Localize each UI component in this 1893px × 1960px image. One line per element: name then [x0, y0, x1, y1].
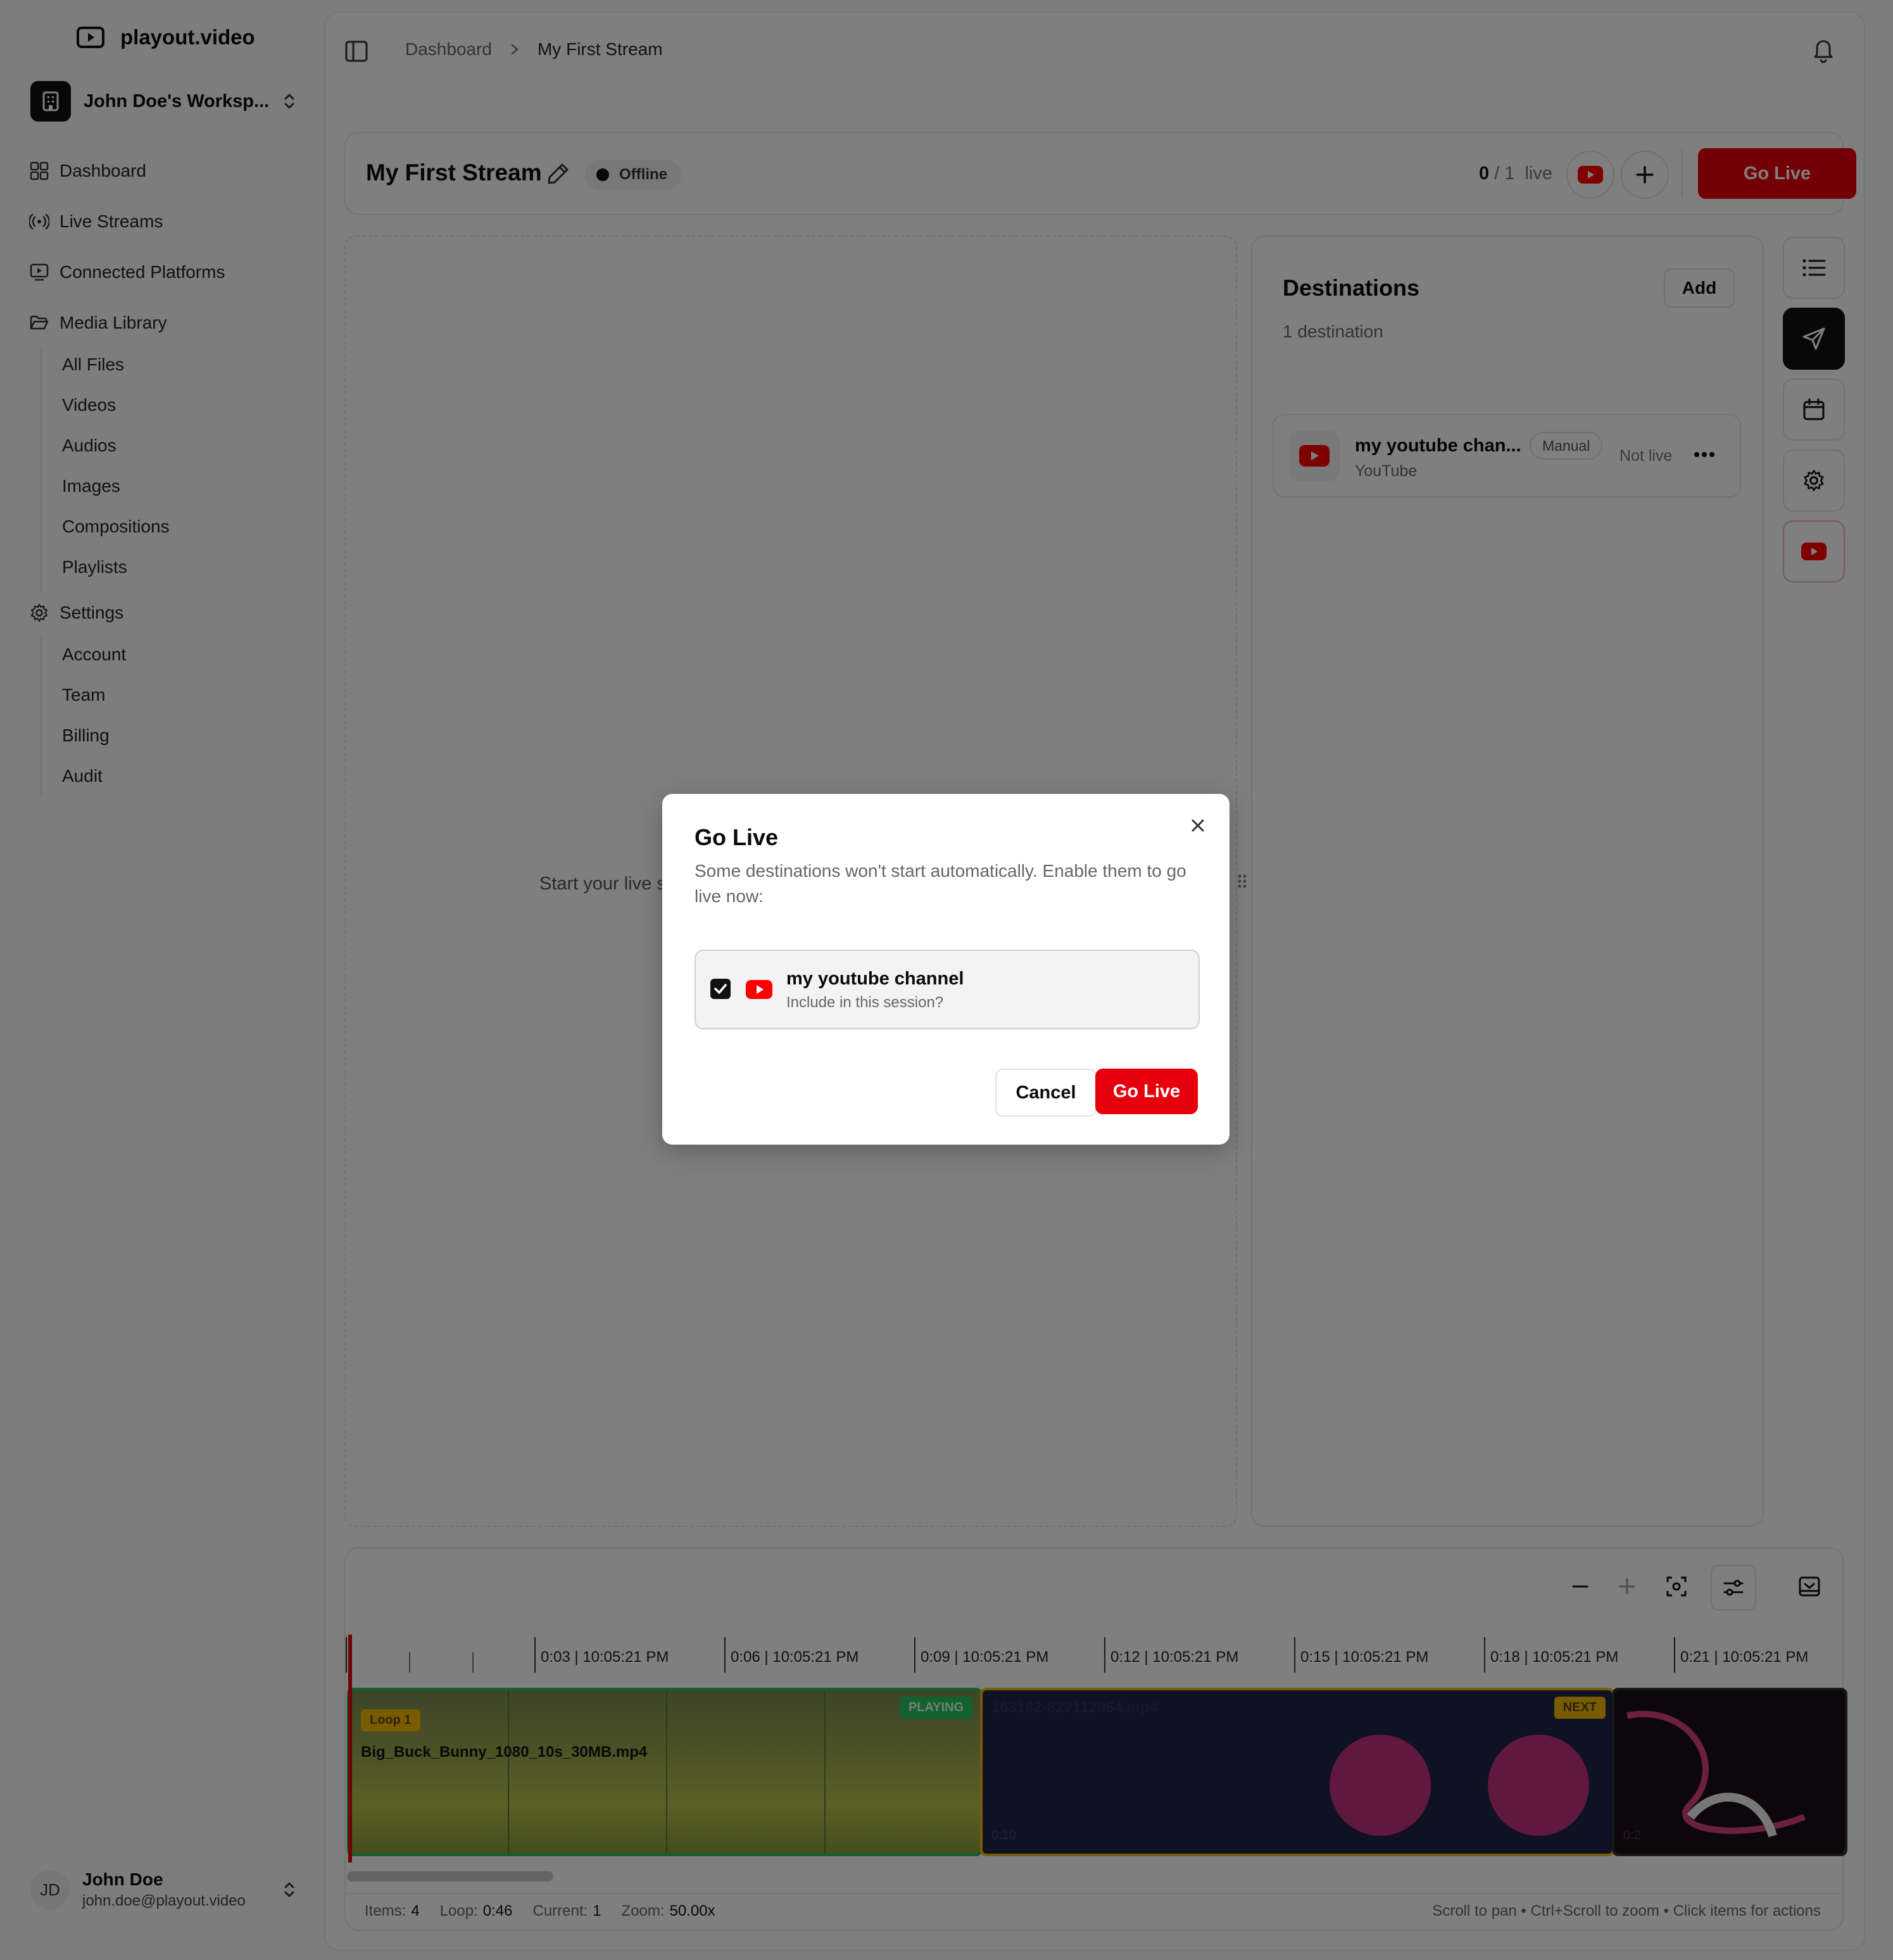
option-name: my youtube channel: [786, 969, 964, 989]
youtube-icon: [746, 980, 772, 999]
include-checkbox[interactable]: [710, 979, 731, 999]
dialog-description: Some destinations won't start automatica…: [695, 861, 1186, 906]
close-icon[interactable]: [1185, 813, 1211, 838]
dialog-title: Go Live: [695, 824, 779, 850]
check-icon: [713, 981, 728, 996]
confirm-go-live-button[interactable]: Go Live: [1095, 1069, 1198, 1114]
option-subtitle: Include in this session?: [786, 994, 944, 1011]
cancel-button[interactable]: Cancel: [995, 1069, 1097, 1117]
